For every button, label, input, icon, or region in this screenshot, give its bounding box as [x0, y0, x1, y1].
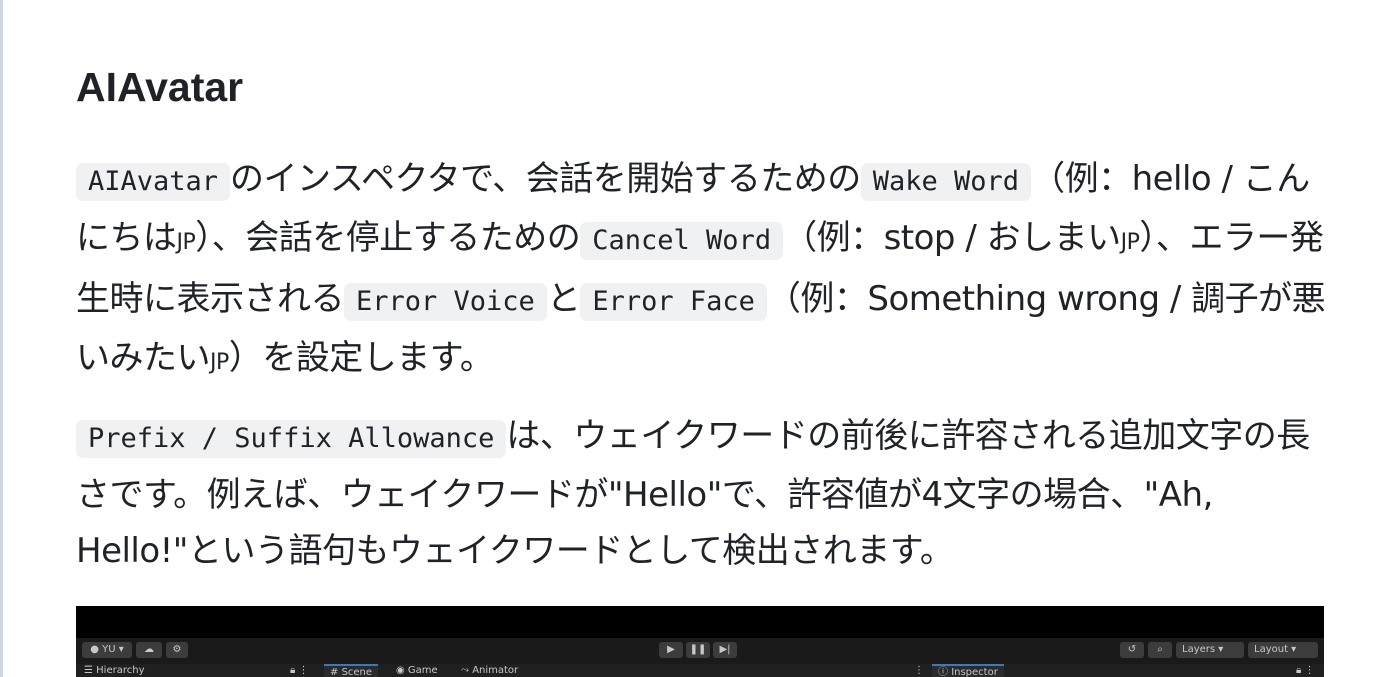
more-icon: ⋮	[914, 665, 924, 676]
pause-icon: ❚❚	[686, 642, 710, 658]
tab-hierarchy: ☰ Hierarchy	[84, 665, 145, 676]
tab-label: Scene	[341, 667, 373, 677]
tab-label: Inspector	[951, 667, 998, 677]
unity-panel-tabs: ☰ Hierarchy 🔒︎ ⋮ # Scene ◉ Game ⤳ Animat…	[76, 664, 1324, 677]
layers-label: Layers	[1182, 644, 1216, 655]
code-wake-word: Wake Word	[860, 163, 1032, 201]
jp-tag: jp	[210, 350, 229, 375]
jp-tag: jp	[176, 230, 196, 255]
left-border	[0, 0, 3, 677]
user-icon: ●	[90, 644, 99, 655]
step-icon: ▶|	[713, 642, 737, 658]
text: （例：stop / おしまい	[783, 218, 1121, 258]
paragraph-inspector-settings: AIAvatar のインスペクタで、会話を開始するための Wake Word （例：h…	[76, 151, 1326, 391]
tab-label: Hierarchy	[96, 665, 145, 676]
unity-editor-screenshot: ● YU ▾ ☁ ⚙ ▶ ❚❚ ▶| ↺ ⌕ Layers ▾ Layout ▾…	[76, 606, 1324, 677]
tab-scene: # Scene	[324, 664, 379, 677]
settings-icon: ⚙	[166, 642, 188, 658]
code-prefix-suffix-allowance: Prefix / Suffix Allowance	[76, 420, 507, 458]
code-cancel-word: Cancel Word	[580, 222, 784, 260]
tab-game: ◉ Game	[396, 665, 438, 676]
layout-label: Layout	[1254, 644, 1288, 655]
tab-inspector: ⓘ Inspector	[932, 664, 1004, 677]
search-icon: ⌕	[1148, 642, 1172, 658]
code-aiavatar: AIAvatar	[76, 163, 231, 201]
paragraph-allowance: Prefix / Suffix Allowance は、ウェイクワードの前後に許容…	[76, 408, 1326, 579]
account-dropdown: ● YU ▾	[82, 642, 132, 658]
layout-dropdown: Layout ▾	[1248, 642, 1318, 658]
section-heading: AIAvatar	[76, 64, 244, 110]
cloud-icon: ☁	[136, 642, 162, 658]
text: ）、会話を停止するための	[195, 218, 581, 258]
account-label: YU ▾	[102, 644, 124, 655]
lock-icon: 🔒︎ ⋮	[290, 665, 309, 676]
tab-label: Animator	[472, 665, 519, 676]
tab-animator: ⤳ Animator	[461, 665, 519, 676]
layers-dropdown: Layers ▾	[1176, 642, 1244, 658]
history-icon: ↺	[1120, 642, 1144, 658]
text: ）を設定します。	[228, 338, 494, 378]
code-error-face: Error Face	[580, 283, 767, 321]
text: と	[546, 279, 581, 319]
play-icon: ▶	[659, 642, 683, 658]
jp-tag: jp	[1120, 230, 1140, 255]
unity-toolbar: ● YU ▾ ☁ ⚙ ▶ ❚❚ ▶| ↺ ⌕ Layers ▾ Layout ▾	[76, 638, 1324, 664]
lock-icon: 🔒︎ ⋮	[1296, 665, 1315, 676]
tab-label: Game	[407, 665, 438, 676]
code-error-voice: Error Voice	[344, 283, 547, 321]
text: のインスペクタで、会話を開始するための	[230, 159, 861, 199]
